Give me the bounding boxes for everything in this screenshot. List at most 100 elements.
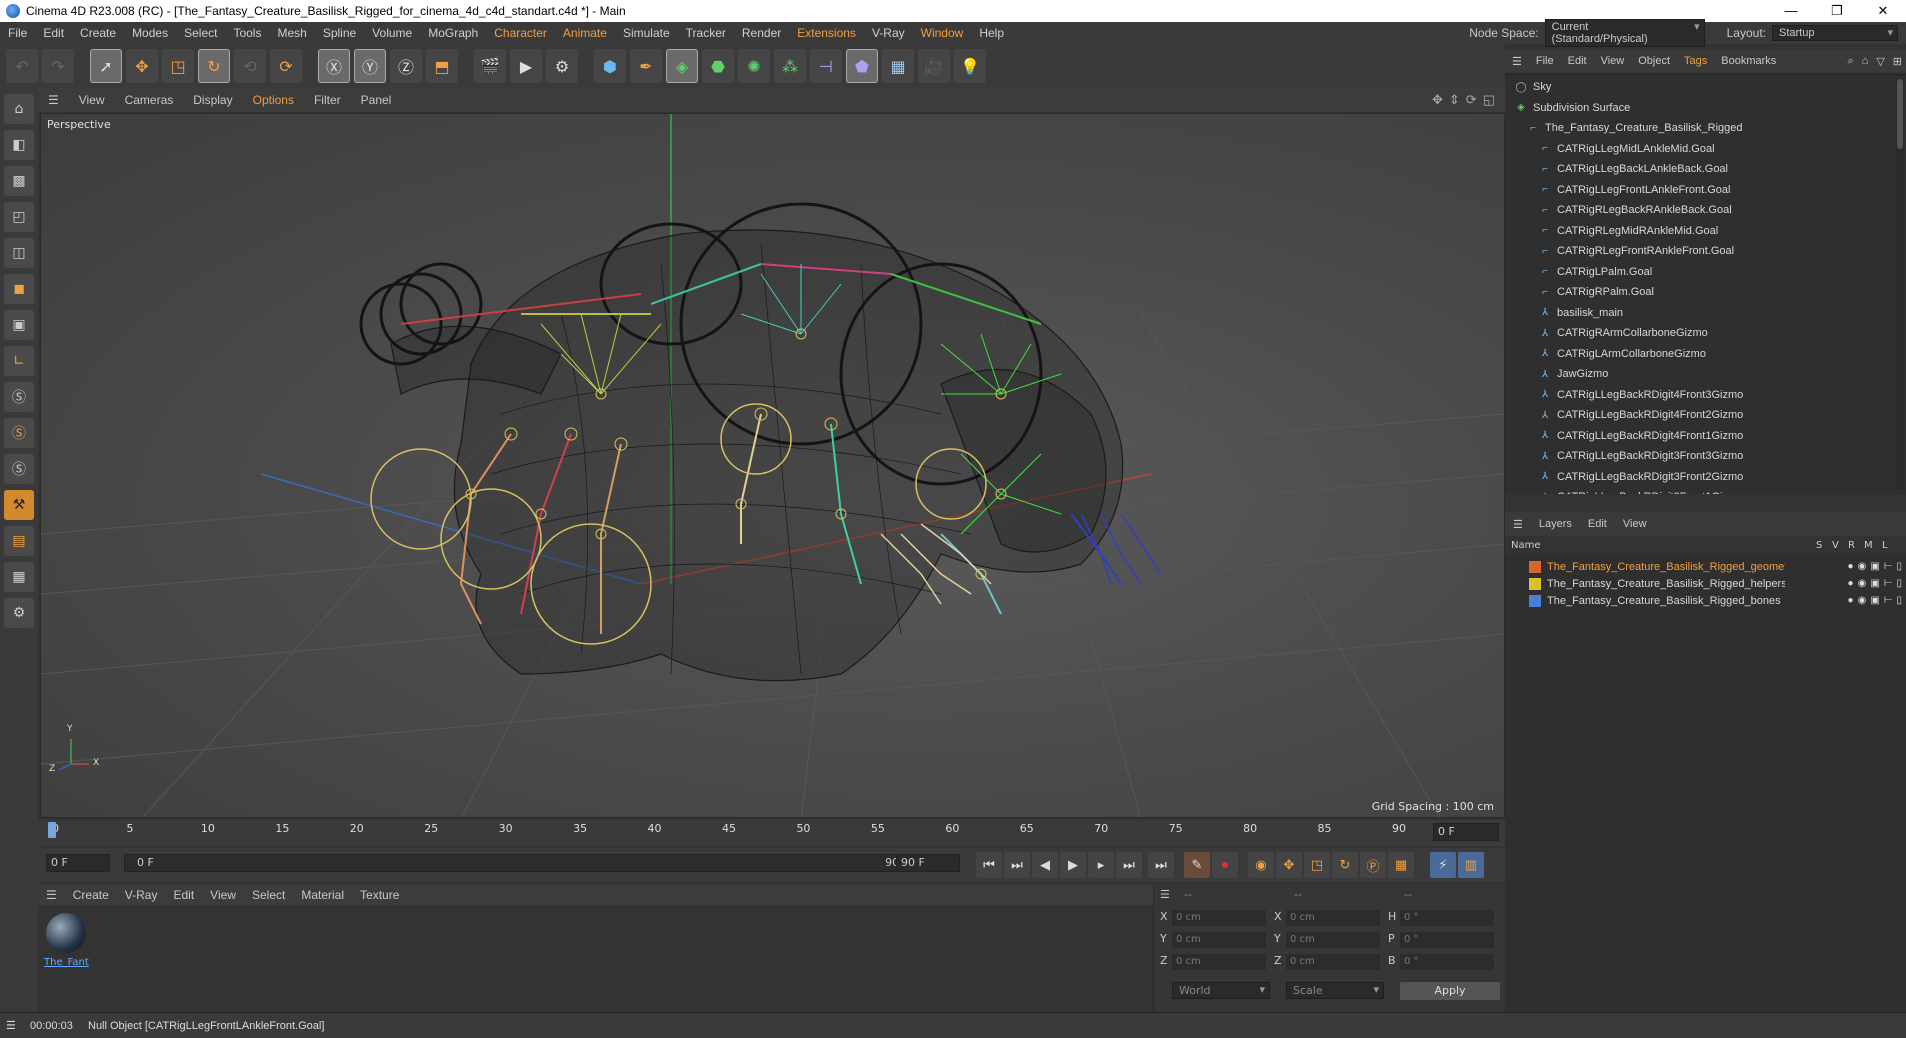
visible-eye-icon[interactable]: ◉: [1858, 578, 1867, 589]
object-row[interactable]: ⌐ CATRigLPalm.Goal: [1505, 262, 1888, 282]
solo-dot-icon[interactable]: ●: [1848, 595, 1854, 606]
auto-key-icon[interactable]: ◉: [1248, 852, 1274, 878]
menu-simulate[interactable]: Simulate: [615, 26, 678, 40]
coordinate-mode-dropdown[interactable]: World: [1172, 982, 1270, 999]
object-row[interactable]: ⌐ CATRigLLegFrontLAnkleFront.Goal: [1505, 180, 1888, 200]
scale-tool-icon[interactable]: ◳: [162, 49, 194, 83]
render-region-icon[interactable]: 🎬: [474, 49, 506, 83]
pan-icon[interactable]: ✥: [1432, 92, 1443, 108]
object-row[interactable]: ⅄ CATRigLLegBackRDigit3Front1Gizmo: [1505, 487, 1888, 494]
object-row[interactable]: ⌐ CATRigRLegMidRAnkleMid.Goal: [1505, 221, 1888, 241]
rotation-h-field[interactable]: 0 °: [1400, 910, 1494, 926]
end-frame-field[interactable]: 90 F: [896, 854, 960, 872]
solo-dot-icon[interactable]: ●: [1848, 578, 1854, 589]
position-x-field[interactable]: 0 cm: [1172, 910, 1266, 926]
object-row[interactable]: ⅄ CATRigLArmCollarboneGizmo: [1505, 344, 1888, 364]
layer-row[interactable]: The_Fantasy_Creature_Basilisk_Rigged_bon…: [1505, 592, 1906, 609]
layer-flags[interactable]: ● ◉ ▣ ⊢ ▯: [1848, 595, 1902, 606]
object-filter-icon[interactable]: ▽: [1872, 55, 1888, 68]
motion-system-icon[interactable]: ⚡: [1430, 852, 1456, 878]
render-settings-icon[interactable]: ⚙: [546, 49, 578, 83]
size-z-field[interactable]: 0 cm: [1286, 954, 1380, 970]
extrude-generator-icon[interactable]: ⬣: [702, 49, 734, 83]
position-y-field[interactable]: 0 cm: [1172, 932, 1266, 948]
manager-icon[interactable]: ⊢: [1884, 578, 1893, 589]
rotate-mode-icon[interactable]: ⟳: [270, 49, 302, 83]
x-axis-lock-icon[interactable]: Ⓧ: [318, 49, 350, 83]
material-menu-icon[interactable]: ☰: [38, 888, 65, 902]
rotation-p-field[interactable]: 0 °: [1400, 932, 1494, 948]
next-key-icon[interactable]: ⏭: [1116, 852, 1142, 878]
lock-icon[interactable]: ▯: [1896, 561, 1902, 572]
mograph-icon[interactable]: ⁂: [774, 49, 806, 83]
render-icon[interactable]: ▣: [1870, 578, 1879, 589]
deformer-icon[interactable]: ⊣: [810, 49, 842, 83]
layout-dropdown[interactable]: Startup: [1772, 25, 1898, 41]
menu-file[interactable]: File: [0, 26, 35, 40]
floor-icon[interactable]: ▦: [882, 49, 914, 83]
close-button[interactable]: ✕: [1860, 0, 1906, 22]
edge-mode-icon[interactable]: ◫: [4, 238, 34, 268]
make-editable-icon[interactable]: ⌂: [4, 94, 34, 124]
object-row[interactable]: ⅄ CATRigLLegBackRDigit4Front3Gizmo: [1505, 385, 1888, 405]
object-row[interactable]: ⌐ CATRigLLegMidLAnkleMid.Goal: [1505, 139, 1888, 159]
lock-icon[interactable]: ▯: [1896, 578, 1902, 589]
move-tool-icon[interactable]: ✥: [126, 49, 158, 83]
material-menu-view[interactable]: View: [202, 888, 244, 902]
uv-mode-icon[interactable]: ▣: [4, 310, 34, 340]
cube-object-icon[interactable]: ⬢: [594, 49, 626, 83]
light-icon[interactable]: 💡: [954, 49, 986, 83]
viewport-menu-view[interactable]: View: [69, 93, 115, 107]
node-space-dropdown[interactable]: Current (Standard/Physical): [1544, 19, 1705, 47]
object-row[interactable]: ⅄ basilisk_main: [1505, 303, 1888, 323]
object-row[interactable]: ⌐ CATRigLLegBackLAnkleBack.Goal: [1505, 159, 1888, 179]
menu-tools[interactable]: Tools: [225, 26, 269, 40]
workplane-snap-icon[interactable]: Ⓢ: [4, 454, 34, 484]
material-menu-create[interactable]: Create: [65, 888, 117, 902]
object-row[interactable]: ◯ Sky: [1505, 77, 1888, 97]
field-icon[interactable]: ⬟: [846, 49, 878, 83]
viewport-menu-options[interactable]: Options: [243, 93, 304, 107]
viewport-menu-filter[interactable]: Filter: [304, 93, 351, 107]
rotate-tool-icon[interactable]: ↻: [198, 49, 230, 83]
layer-menu-layers[interactable]: Layers: [1531, 518, 1580, 530]
keyframe-icon[interactable]: ✎: [1184, 852, 1210, 878]
pen-spline-icon[interactable]: ✒: [630, 49, 662, 83]
object-row[interactable]: ⅄ CATRigRArmCollarboneGizmo: [1505, 323, 1888, 343]
layer-flags[interactable]: ● ◉ ▣ ⊢ ▯: [1848, 561, 1902, 572]
object-manager-scrollbar[interactable]: [1896, 79, 1904, 489]
object-search-icon[interactable]: ⌕: [1843, 55, 1857, 68]
quantize-icon[interactable]: Ⓢ: [4, 418, 34, 448]
object-row[interactable]: ⅄ JawGizmo: [1505, 364, 1888, 384]
timeline-icon[interactable]: ▥: [1458, 852, 1484, 878]
viewport-menu-icon[interactable]: ☰: [38, 93, 69, 107]
perspective-viewport[interactable]: Perspective Y Z X Grid Spacing : 100 cm: [40, 113, 1505, 818]
polygon-mode-icon[interactable]: ◼: [4, 274, 34, 304]
key-position-icon[interactable]: ✥: [1276, 852, 1302, 878]
menu-mograph[interactable]: MoGraph: [420, 26, 486, 40]
minimize-button[interactable]: —: [1768, 0, 1814, 22]
cloner-icon[interactable]: ✺: [738, 49, 770, 83]
menu-animate[interactable]: Animate: [555, 26, 615, 40]
key-scale-icon[interactable]: ◳: [1304, 852, 1330, 878]
tweak-mode-icon[interactable]: ⚒: [4, 490, 34, 520]
object-row[interactable]: ⅄ CATRigLLegBackRDigit3Front2Gizmo: [1505, 467, 1888, 487]
snap-icon[interactable]: Ⓢ: [4, 382, 34, 412]
viewport-menu-cameras[interactable]: Cameras: [115, 93, 184, 107]
frame-range-slider[interactable]: 0 F 90 F: [124, 854, 916, 872]
toggle-view-icon[interactable]: ◱: [1483, 92, 1495, 108]
layer-color-swatch[interactable]: [1529, 560, 1541, 573]
menu-create[interactable]: Create: [72, 26, 124, 40]
redo-icon[interactable]: ↷: [42, 49, 74, 83]
select-tool-icon[interactable]: ➚: [90, 49, 122, 83]
menu-character[interactable]: Character: [486, 26, 555, 40]
viewport-menu-display[interactable]: Display: [183, 93, 242, 107]
object-menu-bookmarks[interactable]: Bookmarks: [1714, 55, 1783, 67]
size-x-field[interactable]: 0 cm: [1286, 910, 1380, 926]
previous-frame-icon[interactable]: ◀: [1032, 852, 1058, 878]
manager-icon[interactable]: ⊢: [1884, 595, 1893, 606]
play-icon[interactable]: ▶: [1060, 852, 1086, 878]
menu-extensions[interactable]: Extensions: [789, 26, 864, 40]
menu-edit[interactable]: Edit: [35, 26, 72, 40]
menu-help[interactable]: Help: [971, 26, 1012, 40]
